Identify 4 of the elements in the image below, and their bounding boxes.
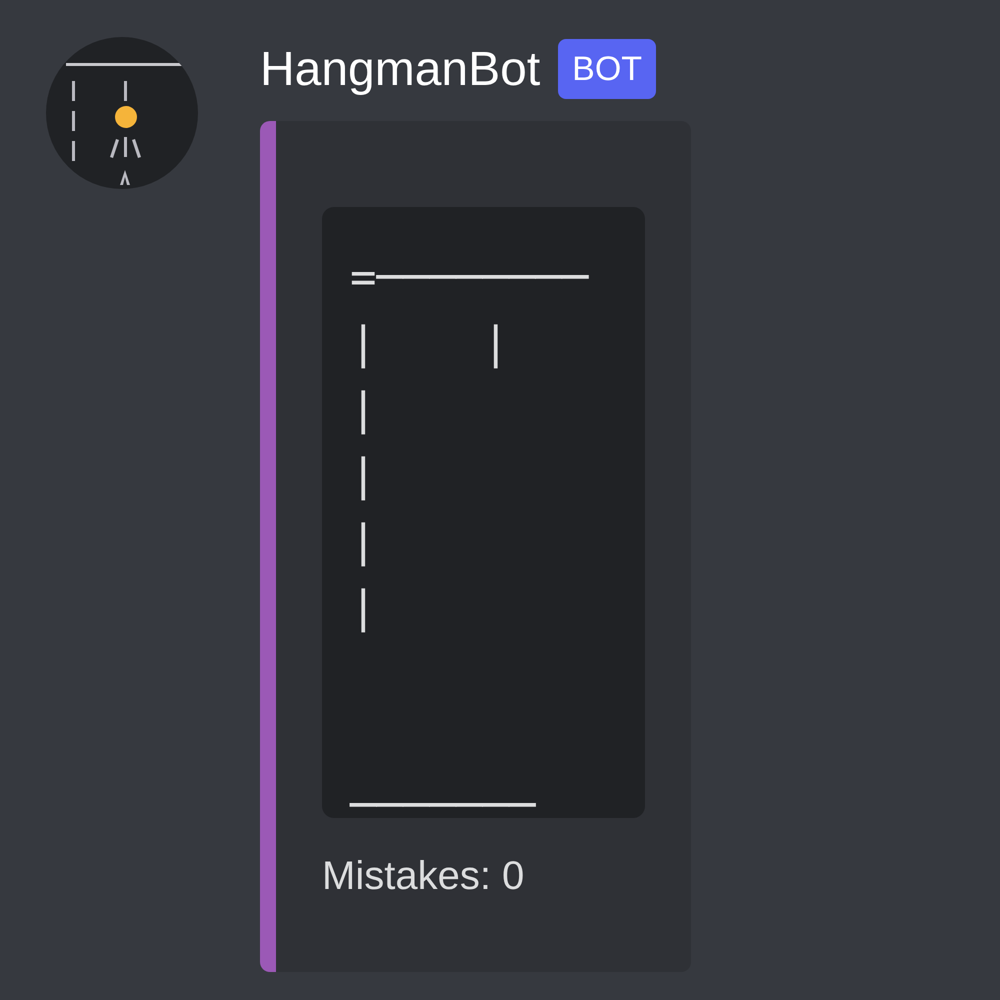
username[interactable]: HangmanBot — [260, 42, 540, 96]
bot-badge: BOT — [558, 39, 656, 99]
embed-description: Mistakes: 0 — [322, 854, 526, 899]
code-block: =──────── | | | | | | ─────── — [322, 207, 645, 818]
